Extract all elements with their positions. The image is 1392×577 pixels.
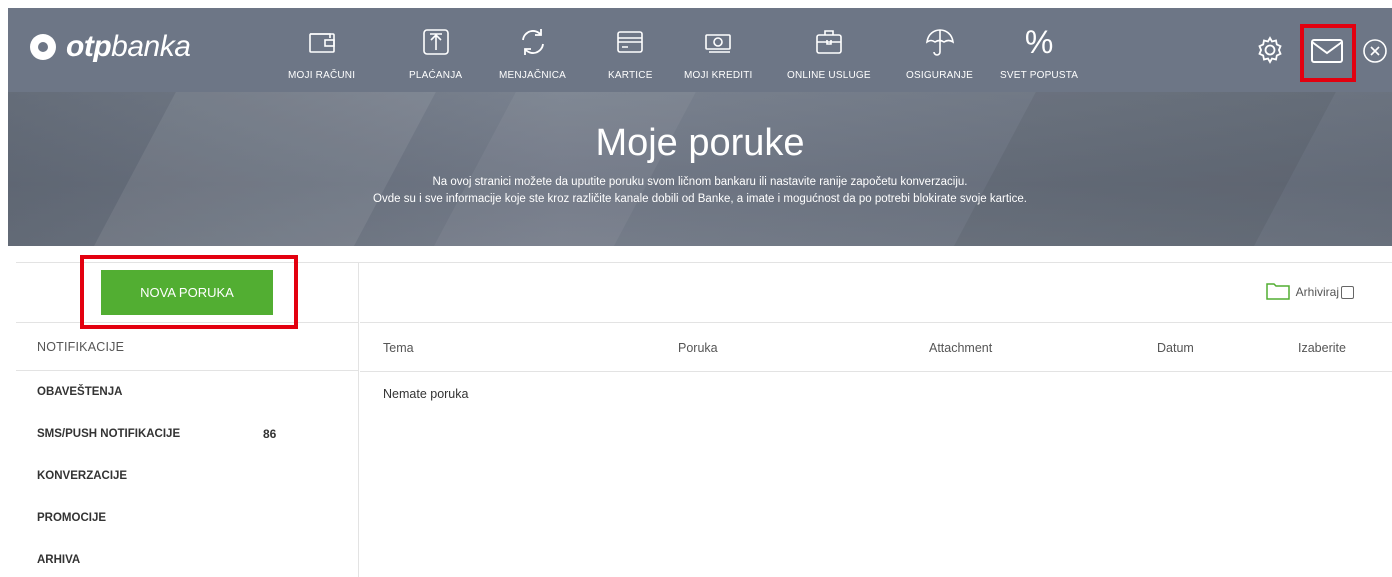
column-tema[interactable]: Tema	[383, 341, 414, 355]
sidebar-item-label: KONVERZACIJE	[37, 470, 128, 482]
sidebar-item-promocije[interactable]: PROMOCIJE	[16, 497, 358, 539]
hero-banner: Moje poruke Na ovoj stranici možete da u…	[8, 92, 1392, 246]
page-title: Moje poruke	[595, 122, 805, 164]
column-poruka[interactable]: Poruka	[678, 341, 718, 355]
new-message-highlight	[80, 255, 298, 329]
table-header: Tema Poruka Attachment Datum Izaberite	[360, 323, 1392, 372]
nav-label: SVET POPUSTA	[1000, 70, 1079, 81]
settings-icon[interactable]	[1255, 35, 1285, 65]
mail-icon-highlight	[1300, 24, 1356, 82]
archive-action[interactable]: Arhiviraj	[1265, 283, 1339, 300]
folder-icon	[1265, 283, 1290, 300]
percent-icon: %	[1024, 24, 1054, 60]
nav-label: MENJAČNICA	[499, 70, 567, 81]
sidebar-heading: NOTIFIKACIJE	[16, 323, 358, 371]
sidebar-item-label: PROMOCIJE	[37, 512, 107, 524]
wallet-icon	[308, 33, 335, 53]
nav-moji-krediti[interactable]: MOJI KREDITI	[684, 26, 753, 81]
archive-label: Arhiviraj	[1295, 284, 1339, 299]
empty-message: Nemate poruka	[383, 387, 469, 401]
description-line-1: Na ovoj stranici možete da uputite poruk…	[432, 176, 968, 188]
money-icon	[705, 34, 732, 53]
sidebar-list: OBAVEŠTENJA SMS/PUSH NOTIFIKACIJE 86 KONV…	[16, 371, 358, 577]
sidebar-item-obavestenja[interactable]: OBAVEŠTENJA	[16, 371, 358, 413]
sidebar-item-konverzacije[interactable]: KONVERZACIJE	[16, 455, 358, 497]
main-menu: MOJI RAČUNI PLAĆANJA MENJAČNICA KARTICE …	[8, 8, 1392, 92]
description-line-2: Ovde su i sve informacije koje ste kroz …	[373, 193, 1027, 205]
nav-kartice[interactable]: KARTICE	[608, 26, 653, 81]
nav-osiguranje[interactable]: OSIGURANJE	[906, 26, 973, 81]
nav-label: ONLINE USLUGE	[787, 70, 871, 81]
card-icon	[617, 31, 644, 53]
close-icon[interactable]	[1362, 38, 1388, 64]
upload-icon	[422, 29, 449, 55]
nav-label: PLAĆANJA	[409, 70, 463, 81]
nav-svet-popusta[interactable]: % SVET POPUSTA	[1000, 26, 1078, 81]
top-navigation-bar: otp banka MOJI RAČUNI PLAĆANJA MENJAČNICA…	[8, 8, 1392, 96]
sidebar-item-label: ARHIVA	[37, 554, 81, 566]
briefcase-icon	[816, 30, 842, 54]
select-all-checkbox[interactable]	[1341, 286, 1354, 299]
notification-count: 86	[263, 427, 277, 441]
column-datum[interactable]: Datum	[1157, 341, 1194, 355]
messages-table: Arhiviraj Tema Poruka Attachment Datum I…	[360, 263, 1392, 577]
nav-menjacnica[interactable]: MENJAČNICA	[499, 26, 566, 81]
sidebar-item-label: OBAVEŠTENJA	[37, 386, 123, 398]
sidebar-item-sms-push[interactable]: SMS/PUSH NOTIFIKACIJE 86	[16, 413, 358, 455]
nav-label: KARTICE	[608, 70, 653, 81]
nav-moji-racuni[interactable]: MOJI RAČUNI	[288, 26, 355, 81]
nav-placanja[interactable]: PLAĆANJA	[409, 26, 462, 81]
sidebar: NOVA PORUKA NOTIFIKACIJE OBAVEŠTENJA SMS…	[16, 255, 359, 577]
nav-online-usluge[interactable]: ONLINE USLUGE	[787, 26, 871, 81]
nav-label: MOJI RAČUNI	[288, 70, 356, 81]
sidebar-item-arhiva[interactable]: ARHIVA	[16, 539, 358, 577]
messages-toolbar: Arhiviraj	[360, 263, 1392, 323]
nav-label: MOJI KREDITI	[684, 70, 753, 81]
umbrella-icon	[925, 29, 954, 56]
column-attachment[interactable]: Attachment	[929, 341, 992, 355]
page-description: Na ovoj stranici možete da uputite poruk…	[8, 174, 1392, 208]
messages-panel: NOVA PORUKA NOTIFIKACIJE OBAVEŠTENJA SMS…	[16, 255, 1392, 577]
exchange-icon	[521, 29, 544, 55]
column-izaberite: Izaberite	[1298, 341, 1346, 355]
new-message-area: NOVA PORUKA	[16, 255, 358, 329]
sidebar-item-label: SMS/PUSH NOTIFIKACIJE	[37, 428, 181, 440]
nav-label: OSIGURANJE	[906, 70, 974, 81]
